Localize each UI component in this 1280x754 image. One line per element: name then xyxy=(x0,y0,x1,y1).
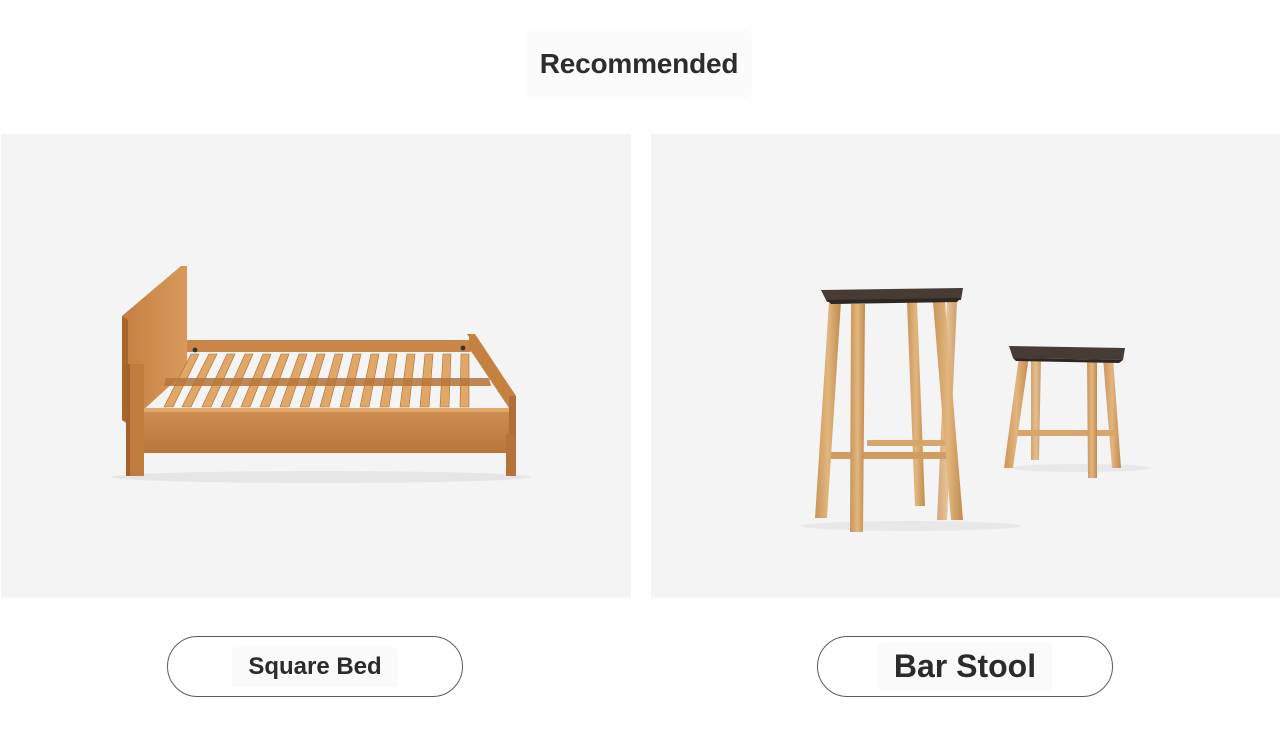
product-button-square-bed[interactable]: Square Bed xyxy=(167,636,463,697)
bar-stool-illustration xyxy=(801,288,1151,532)
bed-illustration xyxy=(111,266,531,483)
product-name-label: Square Bed xyxy=(232,646,398,687)
product-button-bar-stool[interactable]: Bar Stool xyxy=(817,636,1113,697)
product-image-bar-stool[interactable] xyxy=(651,134,1280,598)
product-image-square-bed[interactable] xyxy=(1,134,631,598)
section-title: Recommended xyxy=(526,30,752,98)
product-name-label: Bar Stool xyxy=(877,642,1053,691)
